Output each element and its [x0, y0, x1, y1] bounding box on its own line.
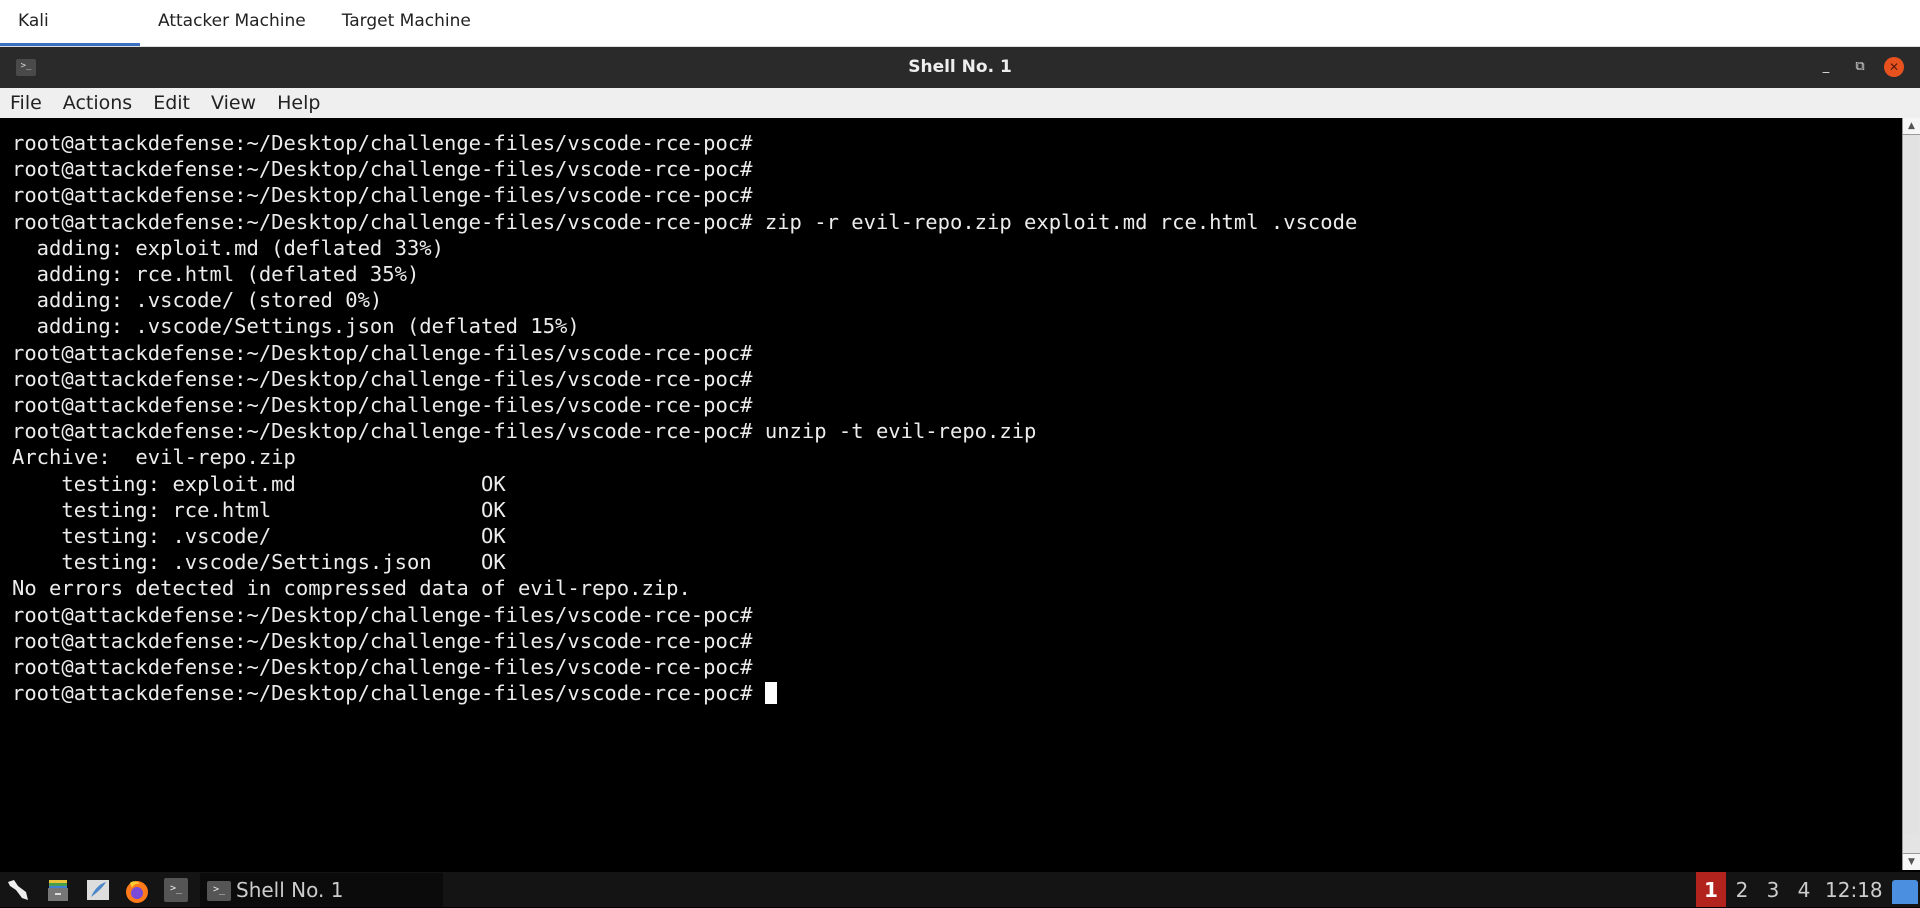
minimize-button[interactable]: _ [1816, 57, 1836, 77]
terminal-line: root@attackdefense:~/Desktop/challenge-f… [12, 628, 753, 653]
terminal-lines: root@attackdefense:~/Desktop/challenge-f… [12, 130, 1357, 706]
machine-tabs: Kali Machine Attacker Machine Target Mac… [0, 0, 1920, 73]
scroll-up-arrow-icon[interactable]: ▲ [1903, 118, 1920, 135]
workspace-3[interactable]: 3 [1758, 872, 1788, 907]
window-titlebar[interactable]: >_ Shell No. 1 _ ⧉ ✕ [0, 47, 1920, 88]
terminal-line: root@attackdefense:~/Desktop/challenge-f… [12, 393, 753, 418]
terminal-line: adding: .vscode/ (stored 0%) [12, 288, 383, 313]
terminal-line: adding: rce.html (deflated 35%) [12, 262, 420, 287]
terminal-launcher-icon[interactable]: >_ [164, 878, 188, 902]
menu-actions[interactable]: Actions [58, 92, 140, 114]
terminal-line: testing: .vscode/Settings.json OK [12, 550, 506, 575]
menu-file[interactable]: File [5, 92, 50, 114]
workspace-2[interactable]: 2 [1727, 872, 1757, 907]
taskbar-app-shell[interactable]: >_ Shell No. 1 [200, 873, 443, 907]
taskbar: >_ >_ Shell No. 1 1 2 3 4 12:18 [0, 872, 1920, 907]
terminal-line: root@attackdefense:~/Desktop/challenge-f… [12, 602, 753, 627]
kali-menu-icon[interactable] [6, 878, 30, 902]
terminal-line: adding: .vscode/Settings.json (deflated … [12, 314, 580, 339]
terminal-line: root@attackdefense:~/Desktop/challenge-f… [12, 419, 1037, 444]
window-title: Shell No. 1 [908, 57, 1012, 77]
terminal-line: root@attackdefense:~/Desktop/challenge-f… [12, 366, 753, 391]
file-manager-icon[interactable] [46, 878, 70, 902]
text-cursor [764, 682, 777, 705]
terminal-line: testing: .vscode/ OK [12, 524, 506, 549]
terminal-line: No errors detected in compressed data of… [12, 576, 691, 601]
close-button[interactable]: ✕ [1884, 57, 1904, 77]
tab-kali-machine[interactable]: Kali Machine [0, 0, 140, 73]
tab-attacker-machine[interactable]: Attacker Machine [140, 0, 324, 46]
terminal-scrollbar[interactable]: ▲ ▼ [1902, 118, 1920, 870]
prompt-text: root@attackdefense:~/Desktop/challenge-f… [12, 681, 765, 706]
terminal-line: root@attackdefense:~/Desktop/challenge-f… [12, 655, 753, 680]
clock: 12:18 [1825, 878, 1883, 902]
maximize-button[interactable]: ⧉ [1850, 57, 1870, 77]
menu-help[interactable]: Help [272, 92, 328, 114]
terminal-icon: >_ [207, 881, 231, 901]
scroll-down-arrow-icon[interactable]: ▼ [1903, 853, 1920, 870]
taskbar-app-label: Shell No. 1 [236, 878, 344, 902]
terminal-line: root@attackdefense:~/Desktop/challenge-f… [12, 131, 753, 155]
terminal-line: adding: exploit.md (deflated 33%) [12, 235, 444, 260]
menu-edit[interactable]: Edit [148, 92, 198, 114]
terminal-line: root@attackdefense:~/Desktop/challenge-f… [12, 209, 1358, 234]
show-desktop-icon[interactable] [1892, 880, 1918, 904]
terminal-line: testing: rce.html OK [12, 497, 506, 522]
terminal-line: testing: exploit.md OK [12, 471, 506, 496]
tab-target-machine[interactable]: Target Machine [324, 0, 489, 46]
workspace-1[interactable]: 1 [1696, 872, 1726, 907]
terminal-line: root@attackdefense:~/Desktop/challenge-f… [12, 340, 753, 365]
terminal-line: root@attackdefense:~/Desktop/challenge-f… [12, 183, 753, 208]
menu-view[interactable]: View [206, 92, 264, 114]
terminal-output[interactable]: root@attackdefense:~/Desktop/challenge-f… [0, 118, 1902, 870]
workspace-4[interactable]: 4 [1789, 872, 1819, 907]
menubar: File Actions Edit View Help [0, 88, 1920, 118]
terminal-line: Archive: evil-repo.zip [12, 445, 296, 470]
text-editor-icon[interactable] [86, 878, 110, 902]
terminal-line: root@attackdefense:~/Desktop/challenge-f… [12, 157, 753, 182]
firefox-icon[interactable] [124, 878, 148, 903]
scrollbar-thumb[interactable] [1904, 135, 1919, 835]
terminal-current-prompt[interactable]: root@attackdefense:~/Desktop/challenge-f… [12, 680, 1357, 706]
